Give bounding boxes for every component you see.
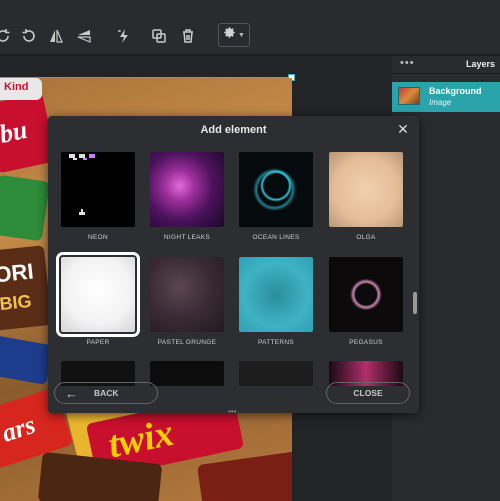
- more-options-icon[interactable]: •••: [400, 57, 415, 69]
- gear-icon: [223, 26, 236, 44]
- layers-panel-title: Layers: [466, 59, 496, 69]
- element-thumbnail: [239, 361, 313, 386]
- element-tile-paper[interactable]: PAPER: [56, 252, 140, 347]
- flip-vertical-icon[interactable]: [74, 26, 94, 46]
- element-label: PATTERNS: [257, 339, 295, 346]
- candy-wrapper: [197, 451, 292, 501]
- element-tile-night-leaks[interactable]: NIGHT LEAKS: [150, 152, 224, 242]
- drag-handle-icon[interactable]: •••: [228, 407, 236, 416]
- wrapper-text: ORI: [0, 258, 35, 288]
- layer-type: Image: [429, 98, 452, 107]
- element-tile-pegasus[interactable]: PEGASUS: [329, 257, 403, 347]
- back-button-label: BACK: [94, 388, 119, 398]
- element-thumbnail: [239, 257, 313, 332]
- flip-horizontal-icon[interactable]: [46, 26, 66, 46]
- element-tile-ocean-lines[interactable]: OCEAN LINES: [239, 152, 313, 242]
- undo-icon[interactable]: [0, 26, 14, 46]
- element-label: PEGASUS: [349, 339, 383, 346]
- layers-panel-header: ••• Layers: [392, 56, 500, 74]
- element-label: NIGHT LEAKS: [163, 234, 211, 241]
- candy-wrapper: [0, 174, 50, 242]
- element-thumbnail: [61, 152, 135, 227]
- redo-icon[interactable]: [18, 26, 38, 46]
- element-thumbnail: [329, 152, 403, 227]
- chevron-down-icon: ▼: [238, 31, 245, 39]
- element-tile[interactable]: [150, 361, 224, 386]
- back-button[interactable]: ← BACK: [54, 382, 158, 404]
- close-button-label: CLOSE: [353, 388, 383, 398]
- top-toolbar: ▼: [0, 0, 500, 55]
- element-thumbnail: [56, 252, 140, 337]
- settings-dropdown-button[interactable]: ▼: [218, 23, 250, 47]
- wrapper-text: Kind: [4, 81, 29, 93]
- trash-icon[interactable]: [178, 26, 198, 46]
- layer-name: Background: [429, 86, 482, 96]
- element-thumbnail: [239, 152, 313, 227]
- element-tile-pastel-grunge[interactable]: PASTEL GRUNGE: [150, 257, 224, 347]
- element-thumbnail: [150, 361, 224, 386]
- element-label: PASTEL GRUNGE: [157, 339, 217, 346]
- element-label: PAPER: [86, 339, 110, 346]
- layer-thumbnail: [398, 87, 420, 105]
- candy-wrapper: Kind: [0, 78, 42, 100]
- wrapper-text: BIG: [0, 290, 33, 315]
- element-grid: NEON NIGHT LEAKS OCEAN LINES OLGA PAPER …: [48, 148, 419, 386]
- element-label: OLGA: [356, 234, 376, 241]
- modal-title: Add element: [200, 124, 267, 136]
- scrollbar-thumb[interactable]: [413, 292, 417, 314]
- candy-wrapper: [0, 335, 54, 385]
- close-icon[interactable]: ✕: [396, 122, 410, 136]
- element-tile[interactable]: [239, 361, 313, 386]
- wrapper-text: bu: [0, 114, 30, 149]
- close-button[interactable]: CLOSE: [326, 382, 410, 404]
- element-tile-patterns[interactable]: PATTERNS: [239, 257, 313, 347]
- arrow-left-icon: ←: [65, 385, 78, 401]
- candy-wrapper: ORI BIG: [0, 245, 53, 331]
- element-thumbnail: [329, 257, 403, 332]
- element-thumbnail: [150, 152, 224, 227]
- element-label: NEON: [88, 234, 108, 241]
- invader-icon: [69, 154, 95, 215]
- element-tile-olga[interactable]: OLGA: [329, 152, 403, 242]
- layer-item-background[interactable]: Background Image: [392, 82, 500, 112]
- wrapper-text: ars: [0, 409, 39, 448]
- element-tile-neon[interactable]: NEON: [61, 152, 135, 242]
- duplicate-icon[interactable]: [149, 26, 169, 46]
- element-label: OCEAN LINES: [252, 234, 300, 241]
- add-element-modal: Add element ✕ NEON NIGHT LEAKS OCEAN LIN…: [48, 116, 419, 416]
- element-thumbnail: [150, 257, 224, 332]
- magic-icon[interactable]: [114, 26, 134, 46]
